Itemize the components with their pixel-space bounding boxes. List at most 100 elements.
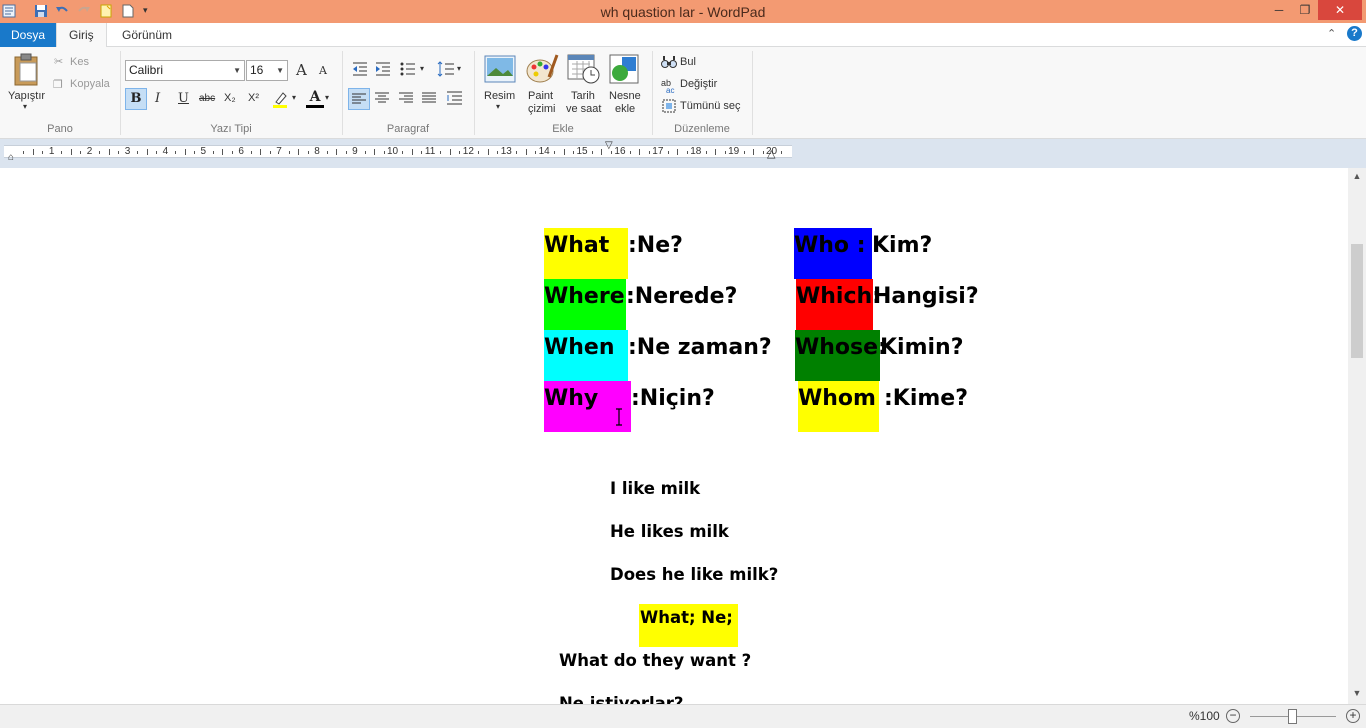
- picture-icon[interactable]: [484, 55, 516, 83]
- meaning-why: :Niçin?: [631, 386, 715, 411]
- strikethrough-button[interactable]: abc: [199, 93, 215, 104]
- highlighter-icon[interactable]: [272, 90, 288, 108]
- ruler-tick: [753, 149, 755, 155]
- decrease-indent-icon[interactable]: [352, 62, 368, 76]
- find-icon[interactable]: [661, 55, 677, 69]
- date-time-icon[interactable]: [567, 54, 601, 84]
- ruler-number: 3: [124, 146, 131, 157]
- chevron-down-icon: ▼: [276, 66, 284, 75]
- font-size-select[interactable]: 16 ▼: [246, 60, 288, 81]
- zoom-slider-thumb[interactable]: [1288, 709, 1297, 724]
- date-time-label-line1[interactable]: Tarih: [571, 90, 595, 102]
- paint-label-line2[interactable]: çizimi: [528, 103, 556, 115]
- cut-button[interactable]: Kes: [70, 56, 89, 68]
- shrink-font-button[interactable]: A: [319, 64, 327, 77]
- paste-icon[interactable]: [12, 53, 42, 87]
- status-bar: %100 − +: [0, 704, 1366, 728]
- replace-icon[interactable]: abac: [661, 77, 677, 93]
- scroll-down-icon[interactable]: ▼: [1348, 688, 1366, 698]
- picture-dropdown-chevron-icon[interactable]: ▾: [496, 102, 500, 111]
- insert-object-label-line2[interactable]: ekle: [615, 103, 635, 115]
- ruler-tick: [705, 151, 707, 154]
- tab-view[interactable]: Görünüm: [110, 23, 184, 47]
- ruler-tick: [146, 149, 148, 155]
- ruler-number: 4: [162, 146, 169, 157]
- left-indent-marker-icon[interactable]: ⌂: [8, 152, 14, 163]
- bullets-icon[interactable]: [400, 62, 416, 76]
- help-icon[interactable]: ?: [1347, 26, 1362, 41]
- ruler-tick: [80, 151, 82, 154]
- paragraph-settings-icon[interactable]: [447, 91, 463, 105]
- ruler-tick: [374, 149, 376, 155]
- align-left-button[interactable]: [348, 88, 370, 110]
- italic-button[interactable]: I: [155, 91, 160, 106]
- subscript-button[interactable]: X₂: [224, 92, 236, 104]
- font-color-button[interactable]: A: [306, 89, 324, 109]
- collapse-ribbon-icon[interactable]: ⌃: [1327, 27, 1336, 40]
- ruler-number: 12: [462, 146, 474, 157]
- grow-font-button[interactable]: A: [296, 61, 307, 79]
- zoom-out-button[interactable]: −: [1226, 709, 1240, 723]
- cut-icon: ✂: [54, 56, 64, 68]
- font-family-select[interactable]: Calibri ▼: [125, 60, 245, 81]
- underline-button[interactable]: U: [178, 91, 189, 106]
- ruler-tick: [194, 151, 196, 154]
- ruler-number: 13: [500, 146, 512, 157]
- ruler-number: 5: [200, 146, 207, 157]
- align-right-icon[interactable]: [399, 92, 413, 104]
- paint-label-line1[interactable]: Paint: [528, 90, 553, 102]
- select-all-button[interactable]: Tümünü seç: [680, 100, 741, 112]
- ruler-number: 8: [314, 146, 320, 157]
- ruler-tick: [715, 149, 717, 155]
- ruler-number: 7: [276, 146, 282, 157]
- first-line-indent-marker-icon[interactable]: ▽: [605, 140, 613, 151]
- ribbon: Yapıştır ▾ ✂ Kes ❐ Kopyala Pano Calibri …: [0, 47, 1366, 139]
- justify-icon[interactable]: [422, 92, 436, 104]
- align-center-icon[interactable]: [375, 92, 389, 104]
- ruler-tick: [563, 149, 565, 155]
- ruler-number: 18: [690, 146, 702, 157]
- tab-home[interactable]: Giriş: [56, 23, 107, 48]
- line-spacing-dropdown-chevron-icon[interactable]: ▾: [457, 64, 461, 73]
- tab-file[interactable]: Dosya: [0, 23, 56, 47]
- ruler-tick: [535, 151, 537, 154]
- meaning-whose: Kimin?: [880, 335, 964, 360]
- picture-button[interactable]: Resim: [484, 90, 515, 102]
- replace-button[interactable]: Değiştir: [680, 78, 717, 90]
- close-button[interactable]: ✕: [1318, 0, 1362, 20]
- scroll-thumb[interactable]: [1351, 244, 1363, 358]
- insert-object-label-line1[interactable]: Nesne: [609, 90, 641, 102]
- line-spacing-icon[interactable]: [437, 61, 455, 77]
- font-group-label: Yazı Tipi: [210, 123, 252, 135]
- bullets-dropdown-chevron-icon[interactable]: ▾: [420, 64, 424, 73]
- font-color-dropdown-chevron-icon[interactable]: ▾: [325, 93, 329, 102]
- increase-indent-icon[interactable]: [375, 62, 391, 76]
- select-all-icon[interactable]: [662, 99, 676, 113]
- ruler-tick: [629, 151, 631, 154]
- ruler-tick: [573, 151, 575, 154]
- bold-label: B: [130, 91, 142, 106]
- zoom-in-button[interactable]: +: [1346, 709, 1360, 723]
- paste-label[interactable]: Yapıştır: [8, 90, 45, 102]
- ruler-tick: [336, 149, 338, 155]
- bold-button[interactable]: B: [125, 88, 147, 110]
- insert-object-icon[interactable]: [609, 54, 641, 84]
- maximize-button[interactable]: ❐: [1290, 0, 1320, 20]
- find-button[interactable]: Bul: [680, 56, 696, 68]
- vertical-scrollbar[interactable]: ▲ ▼: [1348, 168, 1366, 704]
- ruler-tick: [326, 151, 328, 154]
- document-area[interactable]: What :Ne? Where :Nerede? When :Ne zaman?…: [0, 168, 1348, 704]
- word-who: Who :: [794, 233, 866, 258]
- highlight-dropdown-chevron-icon[interactable]: ▾: [292, 93, 296, 102]
- ruler-tick: [402, 151, 404, 154]
- superscript-button[interactable]: X²: [248, 92, 259, 104]
- right-indent-marker-icon[interactable]: △: [767, 147, 775, 160]
- meaning-when: :Ne zaman?: [628, 335, 772, 360]
- copy-button[interactable]: Kopyala: [70, 78, 110, 90]
- date-time-label-line2[interactable]: ve saat: [566, 103, 601, 115]
- ruler[interactable]: 1 2 3 4 5 6 7 8 9 10 11 12 13 14 15 16 17 18 19 20: [4, 145, 792, 158]
- scroll-up-icon[interactable]: ▲: [1348, 171, 1366, 181]
- clipboard-group-label: Pano: [47, 123, 73, 135]
- paint-drawing-icon[interactable]: [525, 53, 559, 85]
- paste-dropdown-chevron-icon[interactable]: ▾: [23, 102, 27, 111]
